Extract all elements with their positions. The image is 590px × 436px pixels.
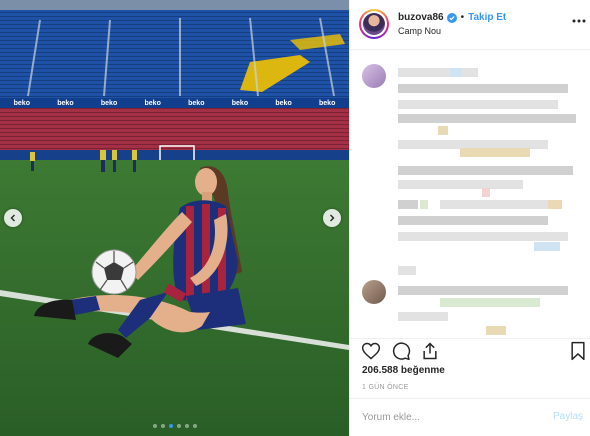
blurred-text	[438, 126, 448, 135]
carousel-dot-active	[168, 424, 173, 428]
blurred-avatar	[362, 280, 386, 304]
bookmark-icon[interactable]	[568, 341, 588, 361]
blurred-text	[398, 216, 548, 225]
banner-text: beko	[57, 99, 74, 107]
heart-icon[interactable]	[361, 341, 381, 361]
carousel-dot	[160, 424, 165, 428]
banner-text: beko	[13, 99, 30, 107]
verified-badge-icon	[446, 12, 457, 23]
blurred-text	[534, 242, 560, 251]
stadium-banner: beko beko beko beko beko beko beko beko	[0, 98, 349, 108]
comment-icon[interactable]	[391, 341, 411, 361]
add-comment-bar: Paylaş	[350, 398, 590, 436]
avatar[interactable]	[359, 9, 389, 39]
blurred-text	[398, 100, 558, 109]
blurred-text	[440, 298, 540, 307]
post-header: buzova86 • Takip Et Camp Nou	[350, 0, 590, 50]
carousel-dot	[192, 424, 197, 428]
carousel-dot	[184, 424, 189, 428]
username-link[interactable]: buzova86	[398, 12, 444, 23]
username-row: buzova86 • Takip Et	[398, 12, 506, 23]
blurred-text	[440, 200, 560, 209]
blurred-text	[398, 232, 568, 241]
banner-text: beko	[319, 99, 336, 107]
banner-text: beko	[100, 99, 118, 107]
follow-button[interactable]: Takip Et	[468, 12, 506, 23]
blurred-text	[398, 286, 568, 295]
blurred-avatar	[362, 64, 386, 88]
carousel-dot	[176, 424, 181, 428]
blurred-text	[398, 200, 418, 209]
banner-text: beko	[231, 99, 249, 107]
blurred-text	[486, 326, 506, 335]
like-count[interactable]: 206.588 beğenme	[362, 365, 445, 376]
chevron-right-icon	[330, 214, 335, 222]
location-link[interactable]: Camp Nou	[398, 26, 441, 36]
post-actions: 206.588 beğenme 1 GÜN ÖNCE	[350, 338, 590, 398]
blurred-text	[398, 180, 523, 189]
post-timestamp: 1 GÜN ÖNCE	[362, 384, 409, 391]
blurred-text	[398, 166, 573, 175]
share-icon[interactable]	[420, 341, 440, 361]
blurred-text	[548, 200, 562, 209]
blurred-text	[398, 114, 576, 123]
post-photo[interactable]: beko beko beko beko beko beko beko beko	[0, 0, 349, 436]
carousel-prev-button[interactable]	[4, 209, 22, 227]
avatar-image	[363, 13, 385, 35]
carousel-next-button[interactable]	[323, 209, 341, 227]
post-comment-button[interactable]: Paylaş	[553, 411, 583, 422]
chevron-left-icon	[10, 214, 15, 222]
blurred-text	[420, 200, 428, 209]
banner-text: beko	[275, 99, 292, 107]
more-options-icon[interactable]	[572, 19, 586, 23]
banner-text: beko	[188, 99, 205, 107]
post-side-panel: buzova86 • Takip Et Camp Nou 206.588 beğ…	[349, 0, 590, 436]
blurred-text	[482, 188, 490, 197]
blurred-text	[450, 68, 462, 77]
stadium-photo	[0, 0, 349, 436]
comments-list-blurred	[350, 50, 590, 338]
carousel-indicator	[0, 424, 349, 428]
separator-dot: •	[460, 12, 465, 23]
blurred-text	[398, 84, 568, 93]
carousel-dot	[152, 424, 157, 428]
blurred-text	[398, 312, 448, 321]
blurred-text	[460, 148, 530, 157]
blurred-text	[398, 266, 416, 275]
blurred-text	[398, 68, 478, 77]
banner-text: beko	[144, 99, 161, 107]
comment-input[interactable]	[362, 408, 542, 426]
